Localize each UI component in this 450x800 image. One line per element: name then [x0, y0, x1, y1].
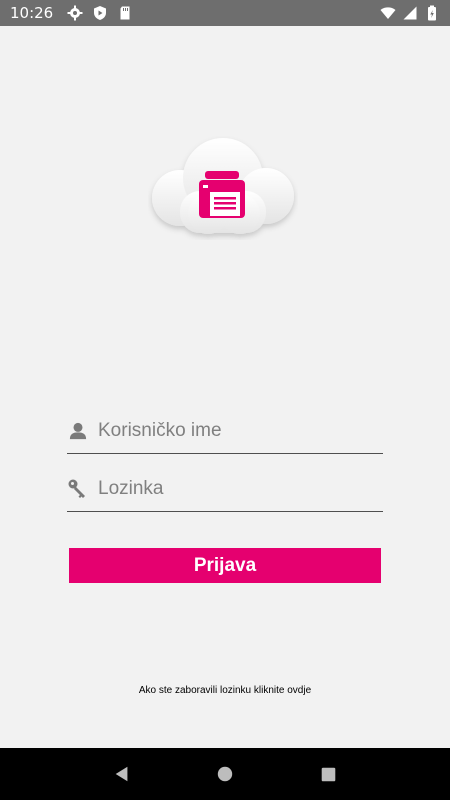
forgot-password-link[interactable]: Ako ste zaboravili lozinku kliknite ovdj…	[0, 685, 450, 696]
status-time: 10:26	[10, 4, 54, 22]
battery-icon	[424, 5, 440, 21]
password-input[interactable]	[98, 473, 368, 504]
wifi-icon	[380, 5, 396, 21]
status-bar: 10:26	[0, 0, 450, 26]
back-icon[interactable]	[107, 759, 137, 789]
username-input[interactable]	[98, 415, 368, 446]
sd-card-icon	[117, 5, 133, 21]
cloud-fax-icon	[152, 138, 294, 234]
username-field[interactable]	[67, 408, 383, 454]
shield-play-icon	[92, 5, 108, 21]
password-field[interactable]	[67, 466, 383, 512]
nav-bar	[0, 748, 450, 800]
user-icon	[67, 420, 89, 442]
recents-icon[interactable]	[313, 759, 343, 789]
home-icon[interactable]	[210, 759, 240, 789]
key-icon	[67, 478, 89, 500]
gear-icon	[67, 5, 83, 21]
login-button[interactable]: Prijava	[69, 548, 381, 583]
signal-icon	[402, 5, 418, 21]
app-logo	[148, 136, 298, 240]
